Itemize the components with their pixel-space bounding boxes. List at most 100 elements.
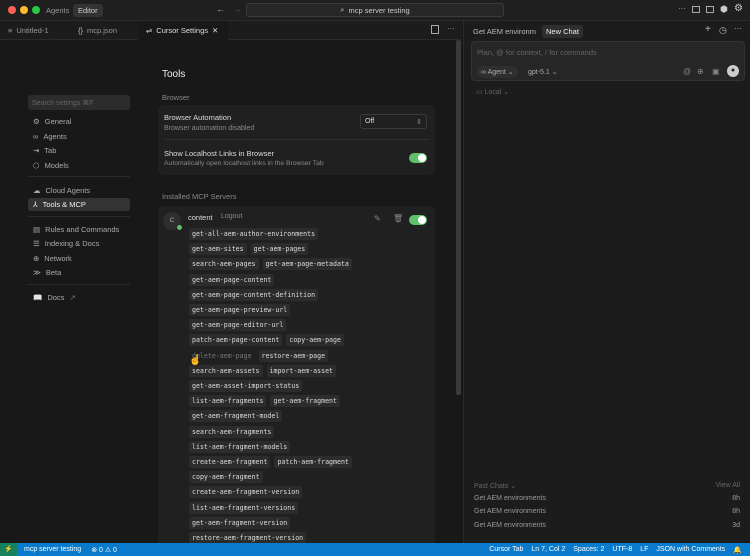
status-eol[interactable]: LF [640,546,648,553]
model-dropdown[interactable]: gpt-5.1 ⌄ [528,68,558,76]
minimize-window-button[interactable] [20,6,28,14]
tool-chip[interactable]: list-aem-fragment-versions [189,501,299,514]
remote-icon[interactable]: ⚡ [0,543,17,556]
nav-cloud-agents[interactable]: ☁ Cloud Agents [28,184,130,197]
nav-docs[interactable]: 📖 Docs ↗ [28,291,130,304]
tool-chip[interactable]: get-aem-sites [189,243,247,256]
tool-chip[interactable]: import-aem-asset [266,364,337,377]
past-chat-item[interactable]: Get AEM environments 3d [474,522,740,529]
tool-chip[interactable]: list-aem-fragments [189,395,267,408]
tool-chip[interactable]: search-aem-fragments [189,425,275,438]
tool-chip[interactable]: get-aem-page-editor-url [189,319,287,332]
nav-tab[interactable]: ⇥ Tab [28,144,130,157]
globe-icon[interactable]: ⊕ [697,67,704,76]
at-mention-icon[interactable]: @ [683,67,691,76]
close-window-button[interactable] [8,6,16,14]
microphone-icon[interactable]: ● [727,65,739,77]
toggle-panel-icon[interactable] [706,6,714,13]
tool-chip[interactable]: get-aem-fragment-version [189,516,291,529]
tool-chip[interactable]: copy-aem-page [286,334,344,347]
tab-label: mcp.json [87,26,118,35]
view-all-link[interactable]: View All [716,482,740,489]
tool-chip[interactable]: get-aem-page-content [189,273,275,286]
status-language[interactable]: JSON with Comments [656,546,725,553]
more-actions-icon[interactable]: ··· [447,24,455,33]
past-chat-age: 8h [732,508,740,516]
settings-gear-icon[interactable]: ⚙ [734,3,743,14]
trash-icon[interactable]: 🗑 [393,214,403,223]
editor-toggle[interactable]: Editor [73,4,103,17]
maximize-window-button[interactable] [32,6,40,14]
past-chats-toggle[interactable]: Past Chats ⌄ [474,482,516,490]
nav-general[interactable]: ⚙ General [28,115,130,128]
chat-tab-previous[interactable]: Get AEM environm [473,27,536,36]
tool-chip[interactable]: search-aem-assets [189,364,263,377]
tool-chip[interactable]: patch-aem-page-content [189,334,283,347]
status-cursor-tab[interactable]: Cursor Tab [489,546,523,553]
forward-arrow-icon[interactable]: → [233,4,242,14]
tool-chip[interactable]: create-aem-fragment [189,456,271,468]
nav-models[interactable]: ⬡ Models [28,159,130,172]
status-problems[interactable]: ⊗ 0 ⚠ 0 [91,546,117,554]
chat-input[interactable]: Plan, @ for context, / for commands ∞ Ag… [471,41,745,81]
nav-indexing[interactable]: ☰ Indexing & Docs [28,237,130,250]
location-dropdown[interactable]: ▭ Local ⌄ [476,88,509,96]
tool-chip[interactable]: get-aem-pages [250,243,309,256]
tool-chip[interactable]: list-aem-fragment-models [189,440,291,453]
agent-mode-dropdown[interactable]: ∞ Agent ⌄ [477,66,518,78]
server-toggle[interactable] [409,215,427,225]
logout-link[interactable]: Logout [221,213,242,220]
image-icon[interactable]: ▣ [712,67,720,76]
tool-chip[interactable]: get-aem-page-preview-url [189,304,291,316]
past-chat-item[interactable]: Get AEM environments 8h [474,508,740,515]
status-spaces[interactable]: Spaces: 2 [573,546,604,553]
settings-search-input[interactable]: Search settings ⌘F [28,95,130,110]
localhost-toggle[interactable] [409,153,427,163]
nav-network[interactable]: ⊕ Network [28,252,130,265]
plus-icon[interactable]: + [705,24,711,35]
tool-chip[interactable]: create-aem-fragment-version [189,486,303,499]
more-icon[interactable]: ··· [734,24,742,33]
tool-chip[interactable]: search-aem-pages [189,258,259,271]
cursor-logo-icon[interactable]: ⬢ [720,4,728,15]
browser-automation-desc: Browser automation disabled [164,125,255,132]
status-branch[interactable]: mcp server testing [24,546,81,553]
browser-automation-select[interactable]: Off ⇕ [360,114,427,129]
tool-chip[interactable]: restore-aem-page [258,349,329,362]
bell-icon[interactable]: 🔔 [733,546,742,554]
nav-tools-mcp[interactable]: ⅄ Tools & MCP [28,198,130,211]
tool-chip[interactable]: get-aem-page-metadata [262,258,352,271]
past-chat-item[interactable]: Get AEM environments 8h [474,495,740,502]
command-search[interactable]: ⌕ mcp server testing [246,3,504,17]
tool-chip[interactable]: get-aem-asset-import-status [189,380,303,392]
nav-rules[interactable]: ▤ Rules and Commands [28,223,130,236]
split-editor-icon[interactable] [431,25,439,34]
chat-placeholder: Plan, @ for context, / for commands [477,48,597,57]
toggle-sidebar-icon[interactable] [692,6,700,13]
tool-chip[interactable]: get-aem-fragment [270,395,340,408]
tab-cursor-settings[interactable]: ⇌ Cursor Settings ✕ [138,21,228,40]
close-tab-icon[interactable]: ✕ [212,26,218,35]
tool-row: get-aem-page-editor-url [189,319,290,332]
nav-beta[interactable]: ≫ Beta [28,266,130,279]
tool-chip[interactable]: patch-aem-fragment [274,456,352,468]
status-encoding[interactable]: UTF-8 [612,546,632,553]
tool-chip[interactable]: get-aem-fragment-model [189,410,283,423]
model-label: gpt-5.1 [528,69,550,76]
nav-agents[interactable]: ∞ Agents [28,130,130,143]
globe-icon: ⊕ [33,254,40,263]
edit-pencil-icon[interactable]: ✎ [374,214,381,223]
scrollbar[interactable] [456,40,461,395]
history-icon[interactable]: ◷ [719,25,727,36]
tab-mcp-json[interactable]: {} mcp.json [70,21,138,40]
status-position[interactable]: Ln 7, Col 2 [531,546,565,553]
back-arrow-icon[interactable]: ← [216,4,225,14]
chat-tab-new[interactable]: New Chat [542,25,583,38]
tool-chip[interactable]: get-aem-page-content-definition [189,288,319,301]
tool-row: get-aem-asset-import-status [189,380,306,392]
agents-toggle[interactable]: Agents [46,6,69,15]
tool-chip[interactable]: get-all-aem-author-environments [189,228,319,240]
tool-chip[interactable]: copy-aem-fragment [189,471,263,484]
tab-untitled[interactable]: ≡ Untitled-1 [0,21,70,40]
more-icon[interactable]: ··· [678,4,686,13]
